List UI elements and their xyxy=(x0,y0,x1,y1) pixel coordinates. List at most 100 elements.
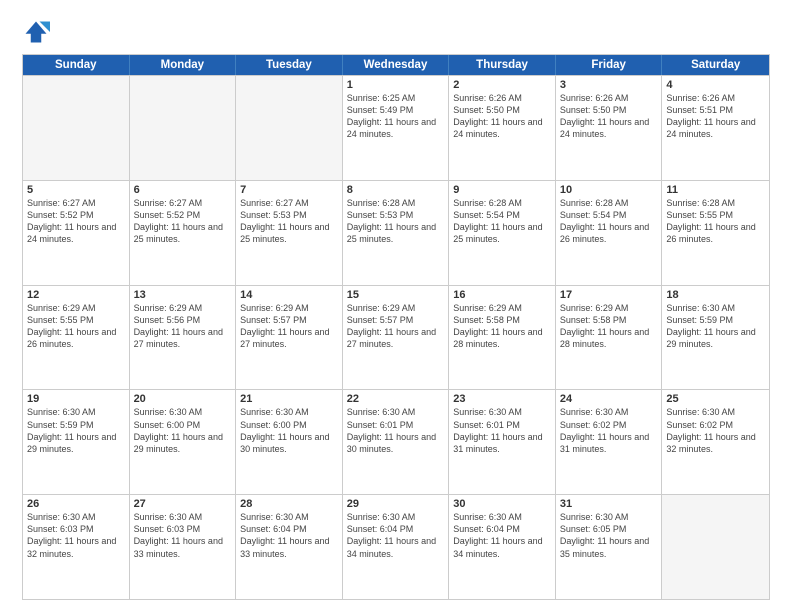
day-number: 12 xyxy=(27,289,125,301)
cal-day-17: 17Sunrise: 6:29 AM Sunset: 5:58 PM Dayli… xyxy=(556,286,663,390)
day-info: Sunrise: 6:27 AM Sunset: 5:53 PM Dayligh… xyxy=(240,197,338,246)
day-number: 5 xyxy=(27,184,125,196)
cal-day-11: 11Sunrise: 6:28 AM Sunset: 5:55 PM Dayli… xyxy=(662,181,769,285)
day-number: 9 xyxy=(453,184,551,196)
cal-day-29: 29Sunrise: 6:30 AM Sunset: 6:04 PM Dayli… xyxy=(343,495,450,599)
day-number: 4 xyxy=(666,79,765,91)
cal-week-4: 19Sunrise: 6:30 AM Sunset: 5:59 PM Dayli… xyxy=(23,389,769,494)
cal-day-14: 14Sunrise: 6:29 AM Sunset: 5:57 PM Dayli… xyxy=(236,286,343,390)
day-info: Sunrise: 6:28 AM Sunset: 5:54 PM Dayligh… xyxy=(453,197,551,246)
day-info: Sunrise: 6:29 AM Sunset: 5:58 PM Dayligh… xyxy=(453,302,551,351)
day-info: Sunrise: 6:27 AM Sunset: 5:52 PM Dayligh… xyxy=(134,197,232,246)
day-info: Sunrise: 6:30 AM Sunset: 6:00 PM Dayligh… xyxy=(240,406,338,455)
day-number: 7 xyxy=(240,184,338,196)
cal-day-23: 23Sunrise: 6:30 AM Sunset: 6:01 PM Dayli… xyxy=(449,390,556,494)
header xyxy=(22,18,770,46)
calendar-body: 1Sunrise: 6:25 AM Sunset: 5:49 PM Daylig… xyxy=(23,75,769,599)
day-number: 1 xyxy=(347,79,445,91)
cal-day-8: 8Sunrise: 6:28 AM Sunset: 5:53 PM Daylig… xyxy=(343,181,450,285)
day-info: Sunrise: 6:29 AM Sunset: 5:57 PM Dayligh… xyxy=(347,302,445,351)
day-number: 25 xyxy=(666,393,765,405)
day-info: Sunrise: 6:30 AM Sunset: 6:03 PM Dayligh… xyxy=(134,511,232,560)
day-number: 14 xyxy=(240,289,338,301)
cal-day-16: 16Sunrise: 6:29 AM Sunset: 5:58 PM Dayli… xyxy=(449,286,556,390)
day-number: 17 xyxy=(560,289,658,301)
cal-day-21: 21Sunrise: 6:30 AM Sunset: 6:00 PM Dayli… xyxy=(236,390,343,494)
day-info: Sunrise: 6:27 AM Sunset: 5:52 PM Dayligh… xyxy=(27,197,125,246)
day-number: 18 xyxy=(666,289,765,301)
day-number: 22 xyxy=(347,393,445,405)
day-info: Sunrise: 6:30 AM Sunset: 6:02 PM Dayligh… xyxy=(560,406,658,455)
cal-header-friday: Friday xyxy=(556,55,663,75)
day-number: 11 xyxy=(666,184,765,196)
cal-header-monday: Monday xyxy=(130,55,237,75)
cal-day-12: 12Sunrise: 6:29 AM Sunset: 5:55 PM Dayli… xyxy=(23,286,130,390)
cal-header-thursday: Thursday xyxy=(449,55,556,75)
day-number: 10 xyxy=(560,184,658,196)
day-info: Sunrise: 6:25 AM Sunset: 5:49 PM Dayligh… xyxy=(347,92,445,141)
cal-day-6: 6Sunrise: 6:27 AM Sunset: 5:52 PM Daylig… xyxy=(130,181,237,285)
day-info: Sunrise: 6:29 AM Sunset: 5:56 PM Dayligh… xyxy=(134,302,232,351)
day-number: 31 xyxy=(560,498,658,510)
cal-header-saturday: Saturday xyxy=(662,55,769,75)
day-number: 23 xyxy=(453,393,551,405)
day-info: Sunrise: 6:30 AM Sunset: 6:05 PM Dayligh… xyxy=(560,511,658,560)
day-number: 26 xyxy=(27,498,125,510)
cal-week-2: 5Sunrise: 6:27 AM Sunset: 5:52 PM Daylig… xyxy=(23,180,769,285)
day-number: 24 xyxy=(560,393,658,405)
day-number: 16 xyxy=(453,289,551,301)
day-info: Sunrise: 6:30 AM Sunset: 6:04 PM Dayligh… xyxy=(240,511,338,560)
cal-day-24: 24Sunrise: 6:30 AM Sunset: 6:02 PM Dayli… xyxy=(556,390,663,494)
day-number: 30 xyxy=(453,498,551,510)
day-info: Sunrise: 6:29 AM Sunset: 5:57 PM Dayligh… xyxy=(240,302,338,351)
day-info: Sunrise: 6:29 AM Sunset: 5:58 PM Dayligh… xyxy=(560,302,658,351)
day-info: Sunrise: 6:29 AM Sunset: 5:55 PM Dayligh… xyxy=(27,302,125,351)
cal-day-25: 25Sunrise: 6:30 AM Sunset: 6:02 PM Dayli… xyxy=(662,390,769,494)
day-number: 20 xyxy=(134,393,232,405)
logo xyxy=(22,18,54,46)
day-number: 6 xyxy=(134,184,232,196)
cal-empty-cell xyxy=(236,76,343,180)
day-info: Sunrise: 6:28 AM Sunset: 5:54 PM Dayligh… xyxy=(560,197,658,246)
day-info: Sunrise: 6:30 AM Sunset: 6:01 PM Dayligh… xyxy=(453,406,551,455)
day-info: Sunrise: 6:30 AM Sunset: 5:59 PM Dayligh… xyxy=(27,406,125,455)
cal-day-7: 7Sunrise: 6:27 AM Sunset: 5:53 PM Daylig… xyxy=(236,181,343,285)
cal-empty-cell xyxy=(23,76,130,180)
cal-day-3: 3Sunrise: 6:26 AM Sunset: 5:50 PM Daylig… xyxy=(556,76,663,180)
cal-week-5: 26Sunrise: 6:30 AM Sunset: 6:03 PM Dayli… xyxy=(23,494,769,599)
calendar-header-row: SundayMondayTuesdayWednesdayThursdayFrid… xyxy=(23,55,769,75)
cal-empty-cell xyxy=(130,76,237,180)
cal-header-sunday: Sunday xyxy=(23,55,130,75)
day-number: 21 xyxy=(240,393,338,405)
day-info: Sunrise: 6:30 AM Sunset: 6:02 PM Dayligh… xyxy=(666,406,765,455)
cal-empty-cell xyxy=(662,495,769,599)
day-number: 27 xyxy=(134,498,232,510)
logo-icon xyxy=(22,18,50,46)
day-info: Sunrise: 6:30 AM Sunset: 6:03 PM Dayligh… xyxy=(27,511,125,560)
cal-day-9: 9Sunrise: 6:28 AM Sunset: 5:54 PM Daylig… xyxy=(449,181,556,285)
day-number: 13 xyxy=(134,289,232,301)
cal-day-28: 28Sunrise: 6:30 AM Sunset: 6:04 PM Dayli… xyxy=(236,495,343,599)
page: SundayMondayTuesdayWednesdayThursdayFrid… xyxy=(0,0,792,612)
day-info: Sunrise: 6:30 AM Sunset: 6:01 PM Dayligh… xyxy=(347,406,445,455)
cal-day-22: 22Sunrise: 6:30 AM Sunset: 6:01 PM Dayli… xyxy=(343,390,450,494)
cal-day-27: 27Sunrise: 6:30 AM Sunset: 6:03 PM Dayli… xyxy=(130,495,237,599)
cal-day-10: 10Sunrise: 6:28 AM Sunset: 5:54 PM Dayli… xyxy=(556,181,663,285)
day-number: 19 xyxy=(27,393,125,405)
cal-week-3: 12Sunrise: 6:29 AM Sunset: 5:55 PM Dayli… xyxy=(23,285,769,390)
cal-day-2: 2Sunrise: 6:26 AM Sunset: 5:50 PM Daylig… xyxy=(449,76,556,180)
cal-day-20: 20Sunrise: 6:30 AM Sunset: 6:00 PM Dayli… xyxy=(130,390,237,494)
cal-day-4: 4Sunrise: 6:26 AM Sunset: 5:51 PM Daylig… xyxy=(662,76,769,180)
day-number: 29 xyxy=(347,498,445,510)
day-info: Sunrise: 6:26 AM Sunset: 5:50 PM Dayligh… xyxy=(560,92,658,141)
day-number: 15 xyxy=(347,289,445,301)
calendar: SundayMondayTuesdayWednesdayThursdayFrid… xyxy=(22,54,770,600)
day-number: 8 xyxy=(347,184,445,196)
day-number: 28 xyxy=(240,498,338,510)
cal-header-wednesday: Wednesday xyxy=(343,55,450,75)
day-info: Sunrise: 6:28 AM Sunset: 5:53 PM Dayligh… xyxy=(347,197,445,246)
day-info: Sunrise: 6:30 AM Sunset: 6:04 PM Dayligh… xyxy=(347,511,445,560)
cal-day-19: 19Sunrise: 6:30 AM Sunset: 5:59 PM Dayli… xyxy=(23,390,130,494)
cal-day-1: 1Sunrise: 6:25 AM Sunset: 5:49 PM Daylig… xyxy=(343,76,450,180)
cal-day-13: 13Sunrise: 6:29 AM Sunset: 5:56 PM Dayli… xyxy=(130,286,237,390)
